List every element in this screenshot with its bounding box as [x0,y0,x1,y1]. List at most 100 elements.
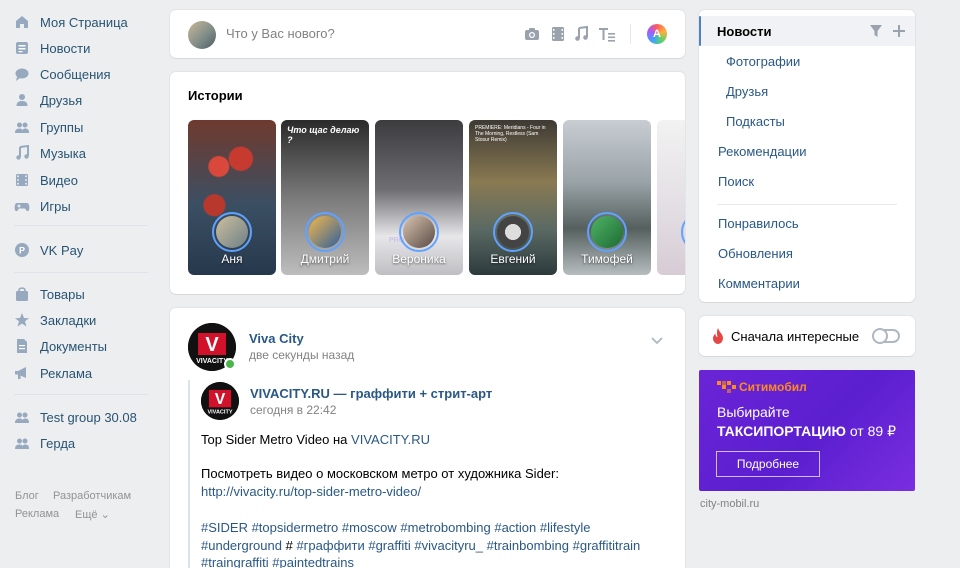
menu-item-podcasts[interactable]: Подкасты [699,106,915,136]
filter-icon[interactable] [869,24,883,41]
nav-groups[interactable]: Группы [0,114,160,140]
groups-icon [14,119,30,135]
story-card[interactable]: Что щас делаю ? Дмитрий [281,120,369,275]
menu-item-label: Рекомендации [718,143,807,159]
text-article-icon[interactable] [598,25,616,43]
menu-item-updates[interactable]: Обновления [699,238,915,268]
music-icon [14,145,30,161]
nav-separator [14,225,148,226]
menu-item-label: Фотографии [726,53,801,69]
repost-author-avatar[interactable]: V VIVACITY [201,382,239,420]
post-url-line: http://vivacity.ru/top-sider-metro-video… [201,483,421,500]
menu-separator [717,204,897,205]
ad-headline-bold: ТАКСИПОРТАЦИЮ [717,423,846,439]
nav-games[interactable]: Игры [0,193,160,219]
menu-item-search[interactable]: Поиск [699,166,915,196]
add-icon[interactable] [892,24,906,41]
nav-messages[interactable]: Сообщения [0,61,160,87]
post-hashtags[interactable]: #SIDER #topsidermetro #moscow #metrobomb… [201,519,590,536]
post-url-link[interactable]: http://vivacity.ru/top-sider-metro-video… [201,484,421,499]
ad-banner[interactable]: Ситимобил Выбирайте ТАКСИПОРТАЦИЮ от 89 … [699,370,915,491]
chevron-down-icon[interactable] [649,332,665,348]
story-author-name: Дмитрий [300,252,350,266]
video-icon[interactable] [549,25,567,43]
interesting-first-switch[interactable] [872,328,900,344]
hashtag-separator: # [281,538,297,553]
post-link[interactable]: VIVACITY.RU [351,432,430,447]
nav-gerda[interactable]: Герда [0,430,160,456]
ad-more-button[interactable]: Подробнее [716,451,820,477]
post-text-line: Посмотреть видео о московском метро от х… [201,466,559,481]
post-time[interactable]: две секунды назад [249,348,354,362]
nav-vk-pay[interactable]: P VK Pay [0,237,160,263]
composer-input[interactable]: Что у Вас нового? [226,26,335,41]
nav-market[interactable]: Товары [0,281,160,307]
repost-time[interactable]: сегодня в 22:42 [250,403,336,417]
menu-item-photos[interactable]: Фотографии [699,46,915,76]
story-card[interactable]: PREMIERE: Meridians - Four in The Mornin… [469,120,557,275]
chevron-down-icon: ⌄ [100,509,110,521]
footer-more-link[interactable]: Ещё ⌄ [75,508,110,521]
footer-ads-link[interactable]: Реклама [15,508,59,520]
menu-item-recommendations[interactable]: Рекомендации [699,136,915,166]
story-avatar [305,212,345,252]
nav-documents[interactable]: Документы [0,333,160,359]
story-card-partial[interactable] [657,120,685,275]
nav-news[interactable]: Новости [0,35,160,61]
vkpay-icon: P [14,242,30,258]
nav-test-group[interactable]: Test group 30.08 [0,404,160,430]
story-card[interactable]: Тимофей [563,120,651,275]
svg-text:V: V [205,334,219,356]
nav-my-page[interactable]: Моя Страница [0,9,160,35]
story-avatar [399,212,439,252]
nav-friends[interactable]: Друзья [0,87,160,113]
story-overlay-text: PREMIERE: Meridians - Four in The Mornin… [475,125,546,143]
user-avatar[interactable] [188,21,216,49]
story-avatar [587,212,627,252]
menu-item-label: Обновления [718,245,793,261]
nav-ads[interactable]: Реклама [0,360,160,386]
citymobil-logo-icon [717,381,737,396]
post-hashtags[interactable]: #underground # #граффити #graffiti #viva… [201,537,640,554]
ad-domain[interactable]: city-mobil.ru [700,498,759,510]
menu-item-news[interactable]: Новости [699,16,915,46]
hashtag[interactable]: #underground [201,538,282,553]
camera-icon[interactable] [523,25,541,43]
post-author-name[interactable]: Viva City [249,331,304,346]
post-text-line: Top Sider Metro Video на VIVACITY.RU [201,431,430,448]
games-icon [14,198,30,214]
interesting-first-toggle-row[interactable]: Сначала интересные [699,316,915,356]
nav-bookmarks[interactable]: Закладки [0,307,160,333]
nav-music[interactable]: Музыка [0,140,160,166]
footer-developers-link[interactable]: Разработчикам [53,490,131,502]
story-author-name: Тимофей [581,252,633,266]
ad-headline-line2: ТАКСИПОРТАЦИЮ от 89 ₽ [717,423,896,440]
post-composer[interactable]: Что у Вас нового? A [170,10,685,58]
ad-brand-name: Ситимобил [739,380,807,394]
messages-icon [14,66,30,82]
menu-item-liked[interactable]: Понравилось [699,208,915,238]
menu-item-comments[interactable]: Комментарии [699,268,915,298]
menu-item-label: Подкасты [726,113,785,129]
story-card[interactable]: PRO RUSSIA Вероника [375,120,463,275]
story-card[interactable]: Аня [188,120,276,275]
bookmark-star-icon [14,312,30,328]
video-icon [14,172,30,188]
post-hashtags[interactable]: #traingraffiti #paintedtrains [201,554,354,568]
vivacity-logo-icon: V VIVACITY [201,382,239,420]
hashtag[interactable]: #граффити #graffiti #vivacityru_ #trainb… [296,538,640,553]
story-author-name: Вероника [392,252,446,266]
ad-headline-line1: Выбирайте [717,404,790,420]
svg-text:P: P [19,246,25,256]
nav-video[interactable]: Видео [0,167,160,193]
menu-item-friends[interactable]: Друзья [699,76,915,106]
story-avatar [493,212,533,252]
repost-author-name[interactable]: VIVACITY.RU — граффити + стрит-арт [250,386,492,401]
footer-blog-link[interactable]: Блог [15,490,39,502]
stories-title: Истории [188,88,243,103]
privacy-settings-icon[interactable]: A [647,24,667,44]
music-note-icon[interactable] [572,25,590,43]
feed-filter-menu: Новости Фотографии Друзья Подкасты Реком… [699,10,915,302]
friends-icon [14,92,30,108]
group-icon [14,435,30,451]
